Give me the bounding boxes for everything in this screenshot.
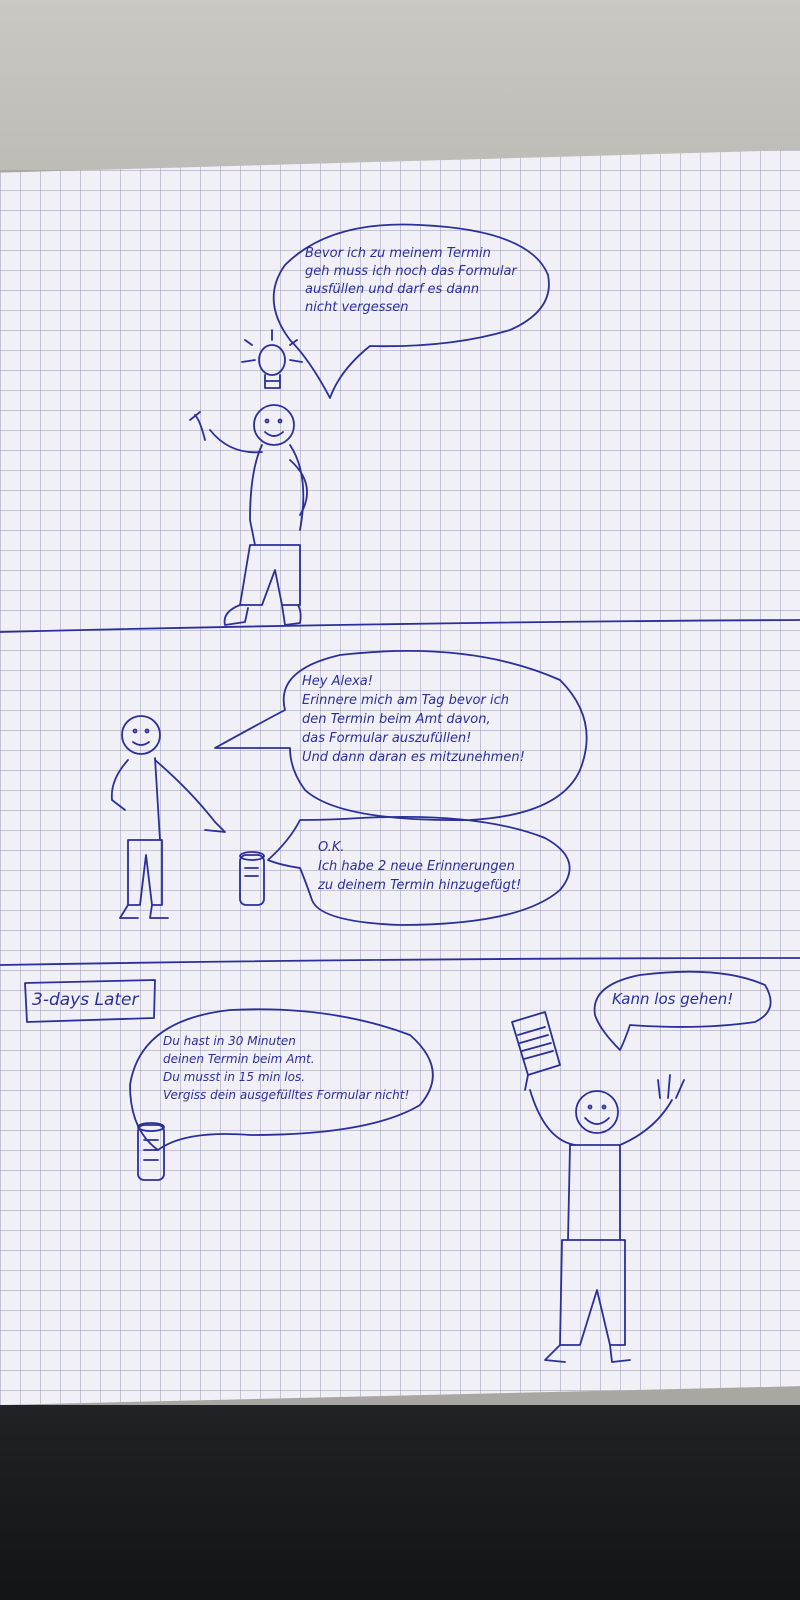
speech-bubble-reminder-text: Du hast in 30 Minuten deinen Termin beim… (163, 1034, 410, 1102)
caption-text: 3-days Later (32, 990, 139, 1010)
stick-figure-talking (110, 715, 226, 919)
thought-bubble-text: Bevor ich zu meinem Termin geh muss ich … (305, 246, 517, 315)
stick-figure-thinking (189, 404, 308, 626)
comic-drawing (0, 223, 800, 1363)
speech-bubble-speaker-text: O.K. Ich habe 2 neue Erinnerungen zu dei… (318, 840, 522, 893)
stick-figure-cheering (524, 1074, 685, 1363)
speech-bubble-person-text: Hey Alexa! Erinnere mich am Tag bevor ic… (302, 674, 525, 765)
form-paper-icon (511, 1011, 561, 1076)
lightbulb-icon (241, 329, 303, 389)
smart-speaker-device (239, 851, 265, 906)
panel-divider-2 (0, 957, 800, 966)
speech-bubble-person-excited (593, 970, 772, 1051)
panel-divider-1 (0, 619, 800, 633)
speech-bubble-excited-text: Kann los gehen! (612, 990, 734, 1008)
